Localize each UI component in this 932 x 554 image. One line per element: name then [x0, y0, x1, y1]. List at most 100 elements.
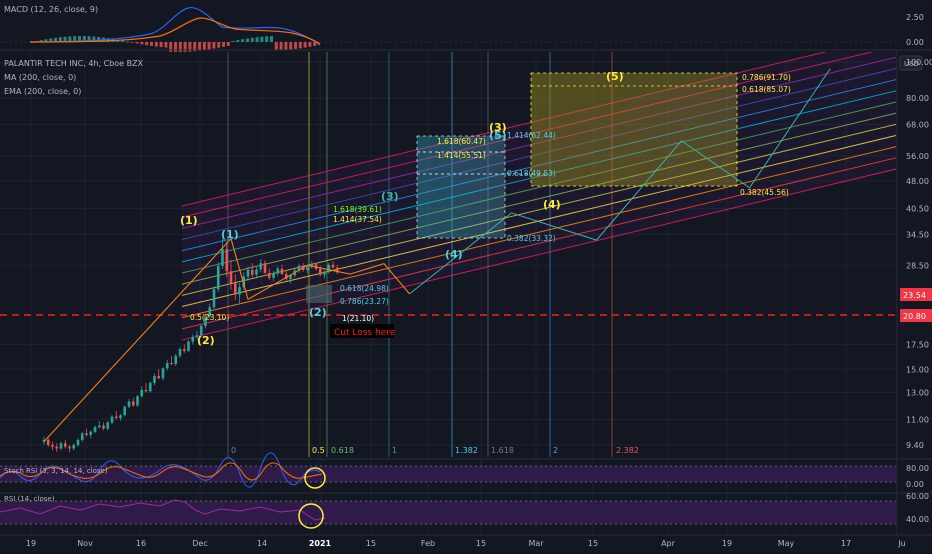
time-tick-label: Mar — [528, 539, 544, 548]
candle-body — [212, 289, 216, 308]
macd-legend: MACD (12, 26, close, 9) — [4, 5, 98, 14]
macd-bar — [121, 40, 125, 42]
time-tick-label: 15 — [588, 539, 598, 548]
macd-bar — [159, 42, 163, 48]
fib-time-0.618: 0.618 — [331, 446, 354, 455]
price-tick-label: 11.00 — [906, 416, 929, 425]
candle-body — [165, 362, 169, 369]
candle-body — [55, 446, 59, 449]
candle-body — [161, 368, 165, 379]
macd-bar — [226, 42, 230, 46]
candle-body — [89, 431, 93, 435]
candle-body — [106, 422, 110, 429]
time-tick-label: Dec — [192, 539, 207, 548]
price-tick-label: 80.00 — [906, 94, 929, 103]
candle-body — [318, 268, 322, 275]
candle-body — [191, 337, 195, 342]
price-tick-label: 28.50 — [906, 261, 929, 270]
price-tick-label: 100.00 — [906, 58, 932, 67]
fib-label-6: 0.382(33.32) — [507, 234, 556, 243]
candle-body — [144, 390, 148, 392]
wave-cyan-1: (1) — [221, 228, 239, 241]
macd-bar — [135, 42, 139, 44]
fib-time-0: 0 — [231, 446, 236, 455]
candle-body — [46, 439, 50, 445]
macd-bar — [126, 41, 129, 43]
macd-tick-000: 0.00 — [906, 38, 924, 47]
wave-yellow-5: (5) — [606, 70, 624, 83]
fib-label-5: 1.414(37.54) — [333, 215, 382, 224]
fib-label-11: 0.786(91.70) — [742, 73, 791, 82]
fib-box-wave-2 — [306, 285, 332, 303]
macd-bar — [130, 42, 134, 43]
fib-time-2: 2 — [553, 446, 558, 455]
candle-body — [306, 267, 309, 270]
candle-body — [246, 269, 250, 277]
macd-bar — [265, 36, 269, 42]
fib-time-1: 1 — [392, 446, 397, 455]
time-tick-label: 19 — [722, 539, 732, 548]
macd-bar — [207, 42, 211, 50]
macd-bar — [294, 42, 297, 49]
fib-label-8: 1.414(55.51) — [437, 151, 486, 160]
candle-body — [72, 445, 76, 449]
macd-bar — [260, 36, 264, 42]
cut-loss-price-label: 20.80 — [903, 312, 926, 321]
time-tick-label: 15 — [476, 539, 486, 548]
candle-body — [255, 269, 258, 275]
fib-label-10: 1.414(62.44) — [507, 131, 556, 140]
macd-bar — [284, 42, 288, 50]
candle-body — [68, 446, 71, 449]
macd-bar — [236, 40, 240, 42]
time-tick-label: May — [778, 539, 795, 548]
candle-body — [157, 375, 161, 379]
candle-body — [225, 249, 229, 272]
fib-time-1.382: 1.382 — [455, 446, 478, 455]
macd-bar — [255, 37, 259, 42]
fib-time-2.382: 2.382 — [616, 446, 639, 455]
time-tick-label: Nov — [77, 539, 93, 548]
fib-label-1: 0.618(24.98) — [340, 284, 389, 293]
candle-body — [136, 396, 139, 406]
time-tick-label: 14 — [257, 539, 267, 548]
macd-bar — [202, 42, 206, 51]
candle-body — [114, 416, 118, 419]
macd-bar — [231, 40, 235, 42]
macd-bar — [289, 42, 293, 50]
candle-body — [323, 271, 326, 275]
macd-bar — [212, 42, 216, 49]
fib-label-3: 1(21.10) — [342, 314, 374, 323]
candle-body — [216, 265, 220, 290]
macd-bar — [308, 42, 312, 47]
price-tick-label: 40.50 — [906, 204, 929, 213]
candle-body — [127, 401, 131, 407]
candle-body — [80, 433, 84, 440]
fib-time-1.618: 1.618 — [491, 446, 514, 455]
candle-body — [76, 439, 80, 445]
candle-body — [153, 375, 156, 383]
macd-bar — [279, 42, 283, 50]
macd-bar — [246, 38, 249, 42]
macd-bar — [150, 42, 153, 46]
macd-bar — [303, 42, 307, 48]
time-tick-label: 15 — [366, 539, 376, 548]
time-tick-label: 16 — [136, 539, 146, 548]
fib-label-0: 0.5(23.10) — [190, 313, 229, 322]
candle-body — [263, 263, 267, 273]
macd-bar — [145, 42, 149, 46]
fib-label-4: 1.618(39.61) — [333, 205, 382, 214]
candle-body — [97, 425, 101, 428]
candle-body — [59, 443, 63, 449]
time-tick-label: 17 — [841, 539, 851, 548]
cut-loss-label: Cut Loss here — [334, 328, 396, 338]
price-chart[interactable]: MACD (12, 26, close, 9) 2.50 0.00 (1) (2… — [0, 0, 932, 550]
candle-body — [119, 415, 122, 419]
rsi-tick-40: 40.00 — [906, 515, 929, 524]
fib-time-0.5: 0.5 — [312, 446, 325, 455]
macd-bar — [250, 37, 254, 42]
macd-bar — [274, 42, 278, 50]
wave-yellow-2: (2) — [197, 334, 215, 347]
wave-cyan-2: (2) — [309, 306, 327, 319]
candle-body — [178, 349, 182, 356]
macd-bar — [217, 42, 221, 48]
